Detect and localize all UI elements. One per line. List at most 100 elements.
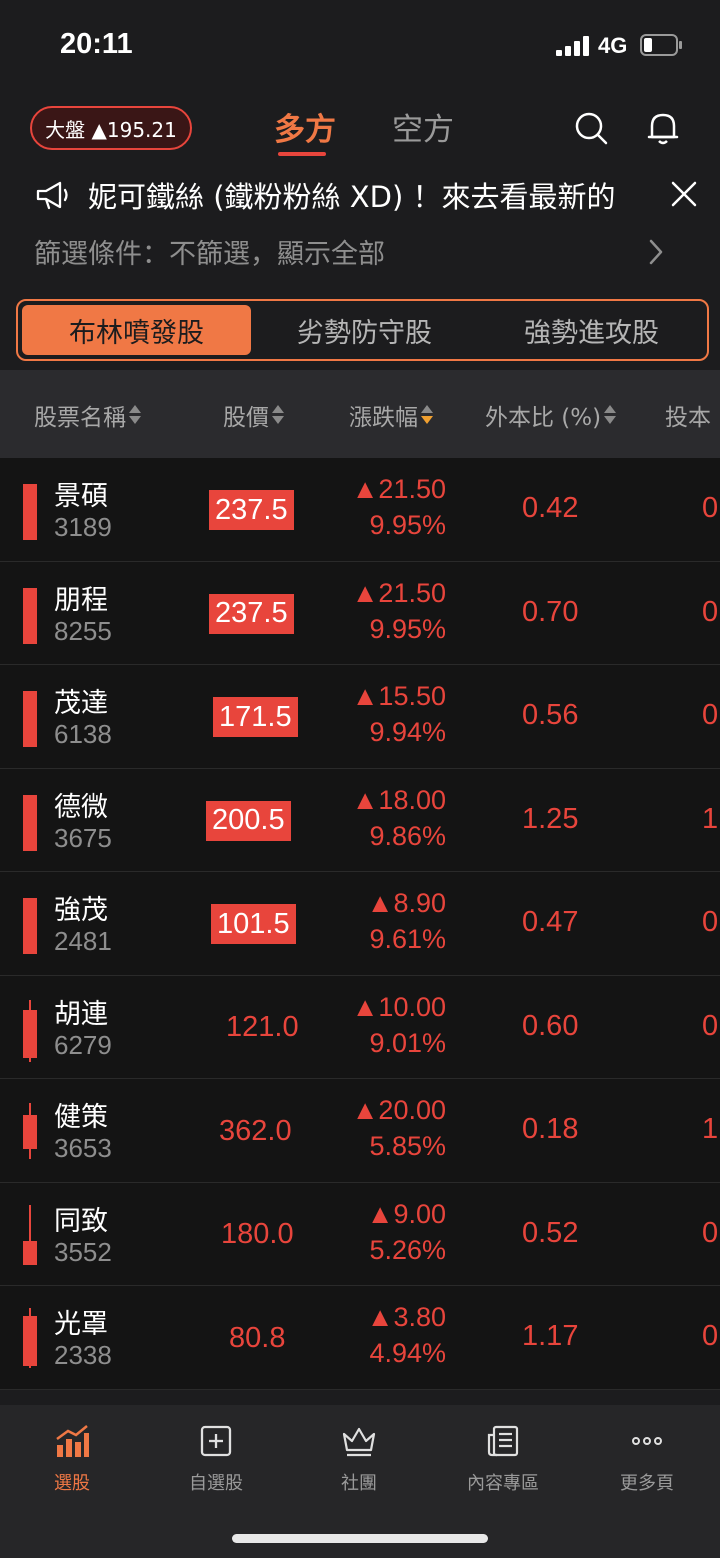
table-row[interactable]: 同致 3552 180.0 ▲9.00 5.26% 0.52 0	[0, 1182, 720, 1286]
tab-bear[interactable]: 空方	[392, 104, 454, 149]
nav-stock-picker[interactable]: 選股	[17, 1423, 127, 1503]
stock-name: 強茂	[54, 895, 108, 926]
header-investment[interactable]: 投本	[665, 398, 711, 432]
stock-name: 景碩	[54, 481, 108, 512]
stock-investment-ratio: 0	[702, 595, 719, 628]
header-change[interactable]: 漲跌幅	[349, 398, 434, 432]
megaphone-icon	[36, 181, 68, 210]
candle-icon	[23, 898, 37, 954]
stock-price: 200.5	[206, 800, 291, 841]
stock-investment-ratio: 1	[702, 802, 719, 835]
segment-offensive[interactable]: 強勢進攻股	[478, 305, 705, 355]
candle-icon	[23, 691, 37, 747]
stock-change: ▲9.00	[366, 1198, 446, 1229]
stock-change: ▲21.50	[351, 577, 446, 608]
sort-desc-icon	[421, 403, 434, 427]
candle-icon	[23, 587, 37, 644]
stock-foreign-ratio: 0.70	[522, 595, 579, 628]
stock-investment-ratio: 1	[702, 1113, 719, 1145]
candle-icon	[23, 484, 37, 540]
close-icon[interactable]	[670, 180, 698, 208]
stock-price: 237.5	[209, 593, 294, 634]
filter-condition-text: 篩選條件：不篩選，顯示全部	[34, 239, 385, 270]
candle-icon	[23, 1240, 37, 1265]
stock-investment-ratio: 0	[702, 1320, 719, 1352]
stock-price: 101.5	[211, 904, 296, 944]
tab-bull[interactable]: 多方	[274, 104, 336, 149]
stock-change-pct: 5.85%	[369, 1131, 446, 1161]
stock-change: ▲3.80	[366, 1302, 446, 1332]
add-box-icon	[200, 1425, 232, 1457]
table-header: 股票名稱 股價 漲跌幅 外本比 (%) 投本	[0, 370, 720, 458]
nav-community[interactable]: 社團	[304, 1423, 414, 1503]
segment-bollinger[interactable]: 布林噴發股	[22, 305, 251, 355]
signal-icon	[556, 36, 590, 56]
chevron-right-icon	[649, 239, 663, 265]
stock-foreign-ratio: 0.47	[522, 906, 579, 938]
stock-investment-ratio: 0	[702, 699, 719, 731]
status-bar: 20:11 4G	[0, 0, 720, 90]
table-row[interactable]: 強茂 2481 101.5 ▲8.90 9.61% 0.47 0	[0, 872, 720, 976]
stock-name: 同致	[54, 1205, 108, 1237]
stock-foreign-ratio: 0.56	[522, 699, 579, 731]
stock-code: 8255	[54, 615, 112, 646]
stock-name: 茂達	[54, 688, 108, 719]
stock-name: 朋程	[54, 584, 108, 616]
stock-change-pct: 9.86%	[369, 820, 446, 851]
stock-code: 3189	[54, 512, 112, 542]
stock-change-pct: 5.26%	[369, 1234, 446, 1265]
header-foreign-ratio[interactable]: 外本比 (%)	[485, 398, 617, 432]
sort-icon	[129, 403, 142, 427]
stock-change-pct: 9.61%	[369, 924, 446, 954]
top-header: 大盤 ▲195.21 多方 空方	[0, 90, 720, 168]
segment-defensive[interactable]: 劣勢防守股	[251, 305, 478, 355]
stock-name: 胡連	[54, 998, 108, 1030]
stock-investment-ratio: 0	[702, 492, 719, 524]
news-icon	[487, 1425, 519, 1457]
table-row[interactable]: 胡連 6279 121.0 ▲10.00 9.01% 0.60 0	[0, 975, 720, 1079]
stock-code: 6279	[54, 1029, 112, 1060]
battery-icon	[640, 34, 682, 56]
home-indicator	[232, 1534, 488, 1543]
candle-icon	[23, 1316, 37, 1366]
stock-foreign-ratio: 1.17	[522, 1320, 579, 1352]
stock-price: 237.5	[209, 490, 294, 530]
header-name[interactable]: 股票名稱	[34, 398, 142, 432]
stock-change-pct: 4.94%	[369, 1338, 446, 1368]
bell-icon[interactable]	[643, 108, 683, 148]
stock-price: 171.5	[213, 697, 298, 737]
market-index-pill[interactable]: 大盤 ▲195.21	[30, 106, 192, 150]
more-dots-icon	[632, 1437, 662, 1445]
table-row[interactable]: 朋程 8255 237.5 ▲21.50 9.95% 0.70 0	[0, 561, 720, 665]
stock-change: ▲18.00	[351, 784, 446, 815]
sort-icon	[272, 403, 285, 427]
stock-foreign-ratio: 0.18	[522, 1113, 579, 1145]
header-price[interactable]: 股價	[223, 398, 285, 432]
nav-watchlist[interactable]: 自選股	[161, 1423, 271, 1503]
stock-change: ▲20.00	[351, 1095, 446, 1125]
nav-more[interactable]: 更多頁	[592, 1423, 702, 1503]
stock-code: 6138	[54, 719, 112, 749]
stock-investment-ratio: 0	[702, 1216, 719, 1249]
stock-price: 121.0	[226, 1011, 299, 1043]
chart-bars-icon	[56, 1425, 89, 1457]
table-row[interactable]: 茂達 6138 171.5 ▲15.50 9.94% 0.56 0	[0, 665, 720, 769]
stock-code: 2481	[54, 926, 112, 956]
stock-foreign-ratio: 1.25	[522, 802, 579, 835]
crown-icon	[342, 1427, 376, 1457]
stock-investment-ratio: 0	[702, 906, 719, 938]
filter-row[interactable]: 篩選條件：不篩選，顯示全部	[0, 224, 720, 280]
table-row[interactable]: 光罩 2338 80.8 ▲3.80 4.94% 1.17 0	[0, 1286, 720, 1390]
stock-foreign-ratio: 0.52	[522, 1216, 579, 1249]
network-type: 4G	[598, 33, 628, 58]
announcement-banner[interactable]: 妮可鐵絲 (鐵粉粉絲 XD) ！來去看最新的	[0, 168, 720, 224]
nav-content[interactable]: 內容專區	[448, 1423, 558, 1503]
table-row[interactable]: 景碩 3189 237.5 ▲21.50 9.95% 0.42 0	[0, 458, 720, 562]
table-row[interactable]: 健策 3653 362.0 ▲20.00 5.85% 0.18 1	[0, 1079, 720, 1183]
search-icon[interactable]	[571, 108, 611, 148]
tab-underline	[278, 152, 326, 156]
status-time: 20:11	[60, 28, 133, 60]
stock-change-pct: 9.94%	[369, 717, 446, 747]
table-row[interactable]: 德微 3675 200.5 ▲18.00 9.86% 1.25 1	[0, 768, 720, 872]
stock-price: 80.8	[229, 1321, 286, 1354]
